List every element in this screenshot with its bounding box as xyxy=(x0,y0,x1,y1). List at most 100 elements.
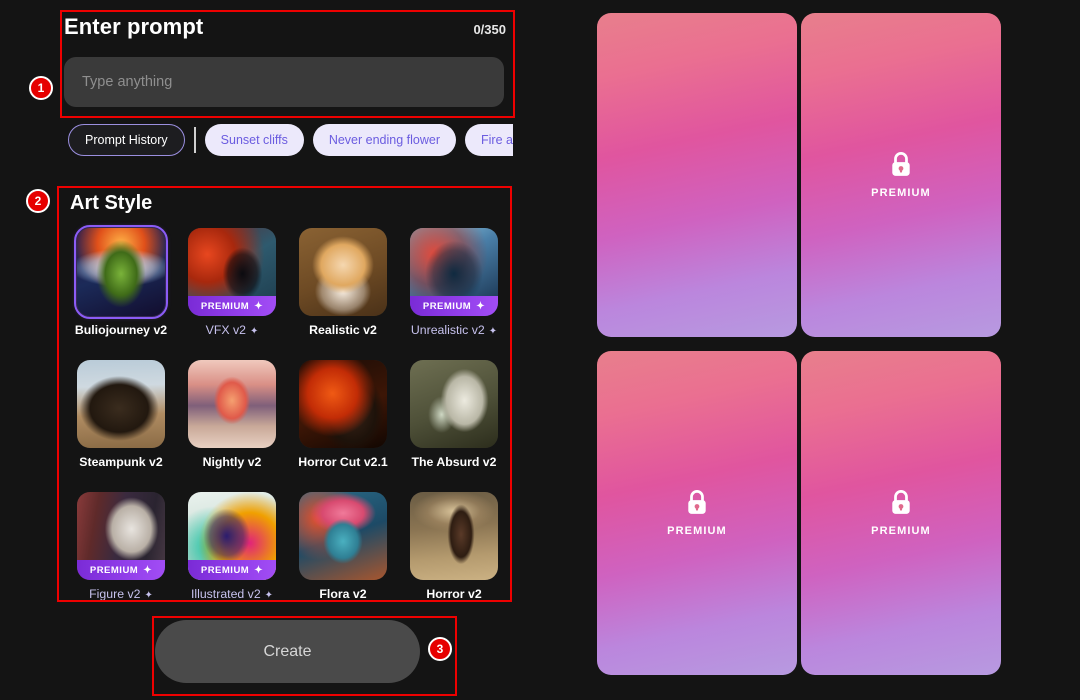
premium-badge: PREMIUM ✦ xyxy=(410,296,498,316)
art-style-thumbnail[interactable] xyxy=(188,360,276,448)
premium-badge-label: PREMIUM xyxy=(200,564,250,576)
premium-badge-label: PREMIUM xyxy=(422,300,472,312)
page-title: Enter prompt xyxy=(64,14,204,39)
sparkle-icon: ✦ xyxy=(264,590,274,601)
art-style-label: Figure v2 ✦ xyxy=(74,587,168,601)
sparkle-icon: ✦ xyxy=(254,300,264,312)
art-style-thumbnail[interactable] xyxy=(77,360,165,448)
art-style-thumbnail[interactable] xyxy=(410,492,498,580)
sparkle-icon: ✦ xyxy=(254,564,264,576)
art-style-label-text: Horror v2 xyxy=(426,587,482,601)
suggestion-chip-fire-and-water[interactable]: Fire and w xyxy=(465,124,513,156)
art-style-label-text: VFX v2 xyxy=(205,323,246,337)
art-style-label: Horror Cut v2.1 xyxy=(296,455,390,469)
art-style-thumbnail[interactable] xyxy=(299,228,387,316)
prompt-history-button[interactable]: Prompt History xyxy=(68,124,185,156)
art-style-thumbnail[interactable] xyxy=(299,360,387,448)
art-style-preview-image xyxy=(410,492,498,580)
create-button[interactable]: Create xyxy=(155,620,420,683)
art-style-label: Illustrated v2 ✦ xyxy=(185,587,279,601)
annotation-badge-2: 2 xyxy=(26,189,50,213)
premium-lock-label: PREMIUM xyxy=(871,524,931,537)
art-style-label-text: Realistic v2 xyxy=(309,323,377,337)
premium-badge-label: PREMIUM xyxy=(200,300,250,312)
art-style-tile[interactable]: Steampunk v2 xyxy=(74,360,168,492)
prompt-suggestions-row: Prompt History Sunset cliffs Never endin… xyxy=(68,122,513,158)
art-style-label: VFX v2 ✦ xyxy=(185,323,279,337)
art-style-tile[interactable]: PREMIUM ✦ Figure v2 ✦ xyxy=(74,492,168,624)
lock-icon xyxy=(890,489,912,516)
art-style-preview-image xyxy=(77,360,165,448)
art-style-label-text: Buliojourney v2 xyxy=(74,323,168,337)
result-card[interactable]: PREMIUM xyxy=(597,351,797,675)
art-style-label: Nightly v2 xyxy=(185,455,279,469)
art-style-thumbnail[interactable]: PREMIUM ✦ xyxy=(77,492,165,580)
art-style-label-text: Horror Cut v2.1 xyxy=(298,455,388,469)
art-style-label: Steampunk v2 xyxy=(74,455,168,469)
create-button-wrapper: Create xyxy=(155,620,420,683)
art-style-preview-image xyxy=(299,360,387,448)
art-style-tile[interactable]: Flora v2 xyxy=(296,492,390,624)
art-style-label-text: Nightly v2 xyxy=(202,455,262,469)
art-style-label-text: Steampunk v2 xyxy=(79,455,163,469)
art-style-tile[interactable]: Nightly v2 xyxy=(185,360,279,492)
art-style-tile[interactable]: Realistic v2 xyxy=(296,228,390,360)
annotation-badge-1: 1 xyxy=(29,76,53,100)
prompt-header: Enter prompt 0/350 xyxy=(64,14,512,48)
art-style-tile[interactable]: PREMIUM ✦ Illustrated v2 ✦ xyxy=(185,492,279,624)
art-style-block: Art Style Buliojourney v2 PREMIUM ✦ VFX v2 ✦… xyxy=(64,186,512,604)
art-style-preview-image xyxy=(410,360,498,448)
suggestion-chip-sunset-cliffs[interactable]: Sunset cliffs xyxy=(204,124,304,156)
art-style-label-text: Flora v2 xyxy=(319,587,367,601)
art-style-tile[interactable]: PREMIUM ✦ Unrealistic v2 ✦ xyxy=(407,228,501,360)
art-style-label-text: The Absurd v2 xyxy=(411,455,497,469)
result-card[interactable]: PREMIUM xyxy=(801,13,1001,337)
annotation-badge-3: 3 xyxy=(428,637,452,661)
premium-badge: PREMIUM ✦ xyxy=(188,560,276,580)
art-style-tile[interactable]: The Absurd v2 xyxy=(407,360,501,492)
sparkle-icon: ✦ xyxy=(249,326,259,337)
premium-lock-label: PREMIUM xyxy=(667,524,727,537)
art-style-label: The Absurd v2 xyxy=(407,455,501,469)
art-style-preview-image xyxy=(299,492,387,580)
art-style-thumbnail[interactable]: PREMIUM ✦ xyxy=(188,228,276,316)
art-style-label: Buliojourney v2 xyxy=(74,323,168,337)
suggestion-chip-never-ending-flower[interactable]: Never ending flower xyxy=(312,124,456,156)
art-style-preview-image xyxy=(299,228,387,316)
art-style-preview-image xyxy=(188,360,276,448)
art-style-label: Flora v2 xyxy=(296,587,390,601)
art-style-heading: Art Style xyxy=(70,192,153,214)
lock-icon xyxy=(686,489,708,516)
art-style-tile[interactable]: PREMIUM ✦ VFX v2 ✦ xyxy=(185,228,279,360)
prompt-block: Enter prompt 0/350 xyxy=(64,14,512,114)
results-panel: PREMIUM PREMIUM PREMIUM xyxy=(545,0,1080,700)
art-style-thumbnail[interactable] xyxy=(74,225,168,319)
art-style-label: Unrealistic v2 ✦ xyxy=(407,323,501,337)
art-style-grid: Buliojourney v2 PREMIUM ✦ VFX v2 ✦ Realistic … xyxy=(74,225,501,624)
character-counter: 0/350 xyxy=(473,22,506,37)
result-card[interactable] xyxy=(597,13,797,337)
lock-icon xyxy=(890,151,912,178)
result-cards-grid: PREMIUM PREMIUM PREMIUM xyxy=(597,13,1001,675)
art-style-thumbnail[interactable] xyxy=(299,492,387,580)
sparkle-icon: ✦ xyxy=(488,326,498,337)
result-card[interactable]: PREMIUM xyxy=(801,351,1001,675)
art-style-tile[interactable]: Buliojourney v2 xyxy=(74,225,168,360)
art-style-thumbnail[interactable]: PREMIUM ✦ xyxy=(410,228,498,316)
art-style-thumbnail[interactable]: PREMIUM ✦ xyxy=(188,492,276,580)
art-style-label-text: Unrealistic v2 xyxy=(410,323,485,337)
prompt-input[interactable] xyxy=(64,57,504,107)
premium-badge: PREMIUM ✦ xyxy=(77,560,165,580)
premium-badge: PREMIUM ✦ xyxy=(188,296,276,316)
sparkle-icon: ✦ xyxy=(143,564,153,576)
generation-controls-panel: Enter prompt 0/350 Prompt History Sunset… xyxy=(0,0,545,700)
panel-top-cutout xyxy=(778,0,848,8)
art-style-label-text: Illustrated v2 xyxy=(190,587,261,601)
art-style-thumbnail[interactable] xyxy=(410,360,498,448)
art-style-preview-image xyxy=(77,228,165,316)
art-style-tile[interactable]: Horror v2 xyxy=(407,492,501,624)
art-style-tile[interactable]: Horror Cut v2.1 xyxy=(296,360,390,492)
premium-lock-label: PREMIUM xyxy=(871,186,931,199)
sparkle-icon: ✦ xyxy=(144,590,153,601)
sparkle-icon: ✦ xyxy=(476,300,486,312)
